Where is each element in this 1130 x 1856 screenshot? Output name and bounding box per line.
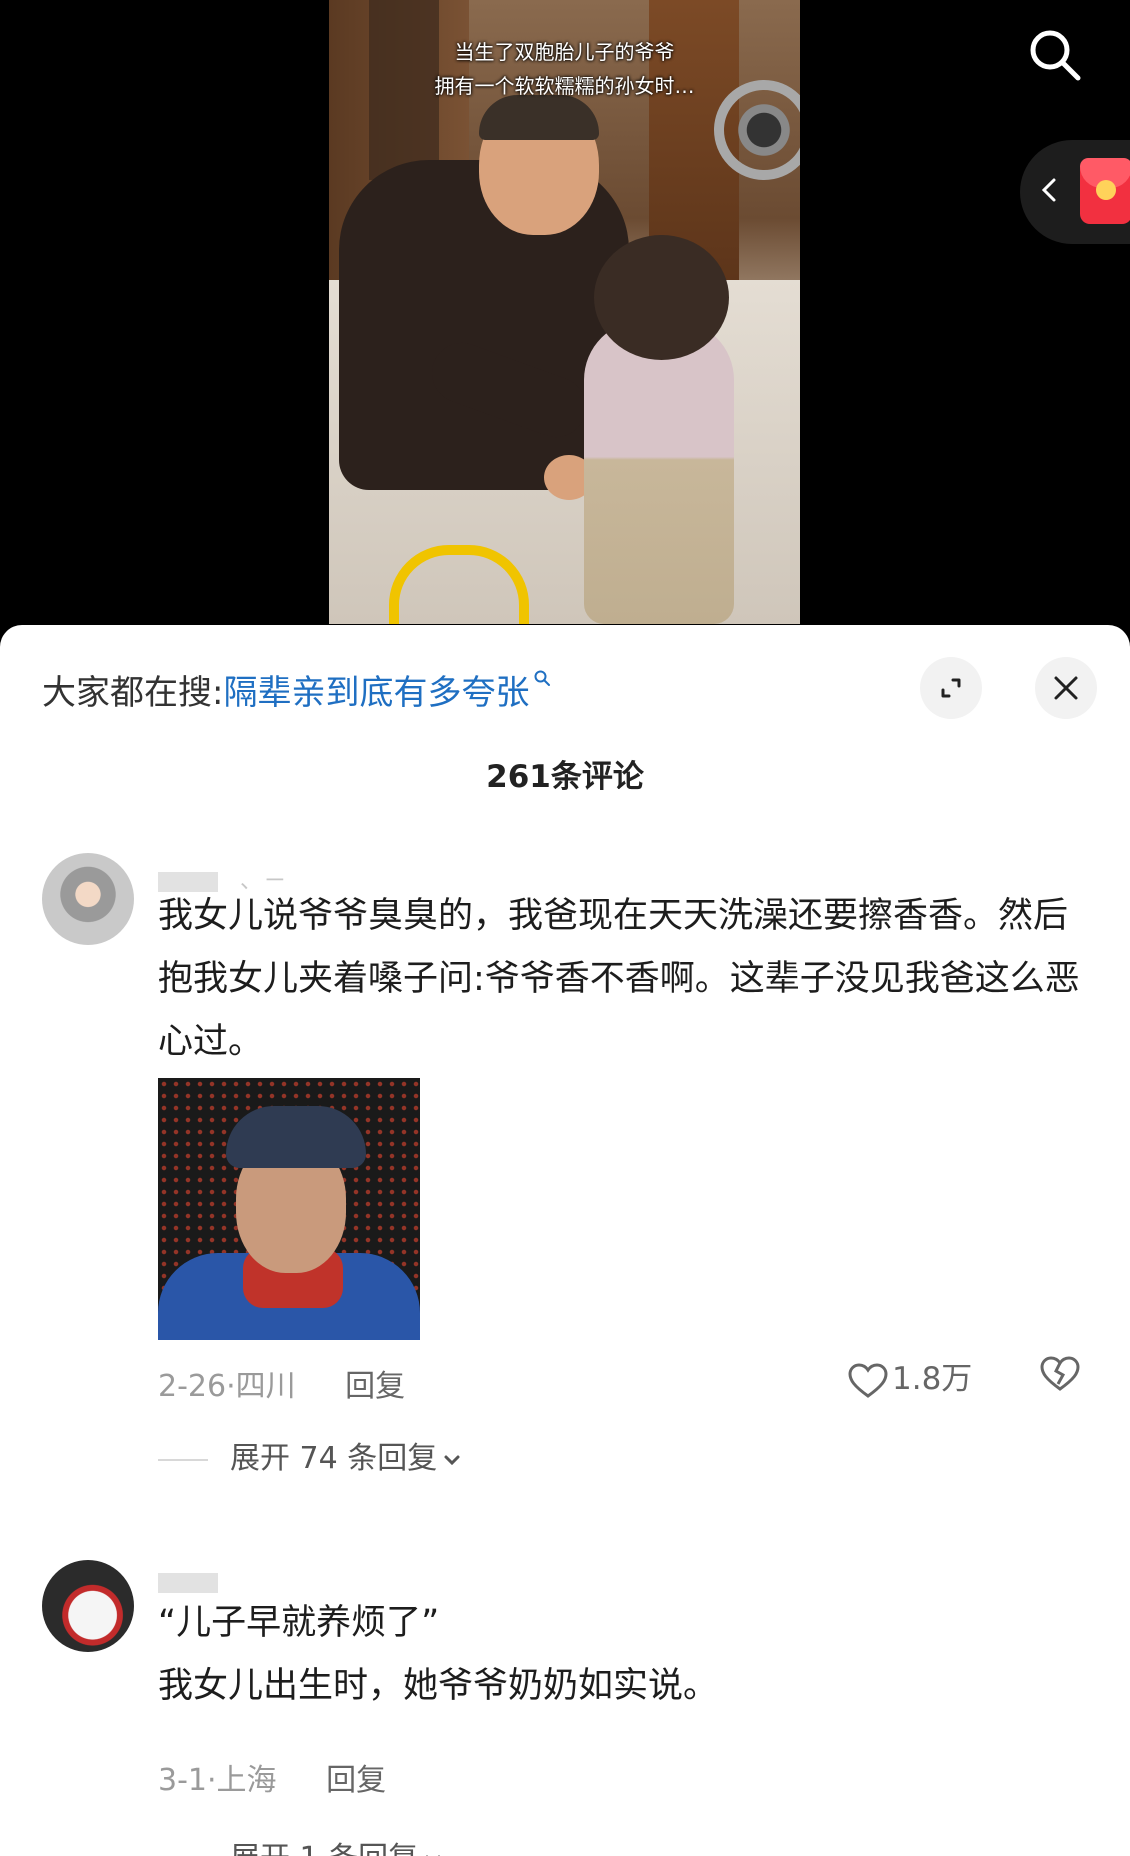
search-icon[interactable] [1026, 26, 1084, 84]
chevron-down-icon [444, 1455, 460, 1465]
side-red-packet-tab[interactable] [1020, 140, 1130, 244]
like-count: 1.8万 [892, 1361, 973, 1397]
chevron-down-icon [425, 1855, 441, 1856]
video-grandpa-hair [479, 95, 599, 140]
video-girl-head [594, 235, 729, 360]
search-small-icon [534, 670, 551, 686]
comment-meta: 2-26·四川 回复 [158, 1361, 405, 1405]
comment-location: 四川 [235, 1369, 296, 1404]
comment-sticker-image[interactable] [158, 1078, 420, 1340]
expand-button[interactable] [920, 657, 982, 719]
close-icon [1054, 676, 1078, 700]
video-frame[interactable]: 当生了双胞胎儿子的爷爷 拥有一个软软糯糯的孙女时… [329, 0, 800, 624]
video-caption-line2: 拥有一个软软糯糯的孙女时… [434, 74, 695, 98]
expand-replies-button[interactable]: 展开 74 条回复 [158, 1433, 463, 1477]
avatar[interactable] [42, 1560, 134, 1652]
like-button[interactable]: 1.8万 [848, 1353, 972, 1399]
video-player[interactable]: 当生了双胞胎儿子的爷爷 拥有一个软软糯糯的孙女时… [0, 0, 1130, 640]
comment-sheet: 大家都在搜:隔辈亲到底有多夸张 261条评论 、ㄧ 我女儿说爷爷臭臭的，我爸现在… [0, 625, 1130, 1856]
search-suggestion[interactable]: 大家都在搜:隔辈亲到底有多夸张 [42, 665, 551, 714]
dislike-button[interactable] [1040, 1356, 1080, 1396]
comment-text-line: “儿子早就养烦了” [158, 1603, 440, 1643]
comment-text: 我女儿说爷爷臭臭的，我爸现在天天洗澡还要擦香香。然后抱我女儿夹着嗓子问:爷爷香不… [158, 896, 1080, 1062]
expand-replies-button[interactable]: 展开 1 条回复 [158, 1833, 444, 1856]
comment-text-line: 我女儿出生时，她爷爷奶奶如实说。 [158, 1666, 719, 1706]
heart-icon [848, 1362, 888, 1398]
video-girl-body [584, 320, 734, 624]
chevron-left-icon [1041, 178, 1056, 202]
broken-heart-icon [1040, 1356, 1080, 1391]
search-suggestion-prefix: 大家都在搜: [42, 673, 224, 713]
comment-location: 上海 [216, 1763, 277, 1798]
video-caption-line1: 当生了双胞胎儿子的爷爷 [454, 40, 675, 64]
comment-text: “儿子早就养烦了” 我女儿出生时，她爷爷奶奶如实说。 [158, 1592, 1088, 1718]
red-packet-icon [1080, 158, 1130, 224]
comment-meta: 3-1·上海 回复 [158, 1755, 386, 1799]
search-suggestion-query[interactable]: 隔辈亲到底有多夸张 [223, 673, 529, 713]
reply-button[interactable]: 回复 [326, 1763, 386, 1798]
comment-date: 3-1· [158, 1763, 217, 1798]
avatar[interactable] [42, 853, 134, 945]
close-button[interactable] [1035, 657, 1097, 719]
username-blur [158, 1573, 218, 1593]
divider [158, 1458, 208, 1461]
comment-date: 2-26· [158, 1369, 236, 1404]
reply-button[interactable]: 回复 [345, 1369, 405, 1404]
expand-icon [941, 678, 961, 698]
comment-count: 261条评论 [486, 759, 644, 795]
